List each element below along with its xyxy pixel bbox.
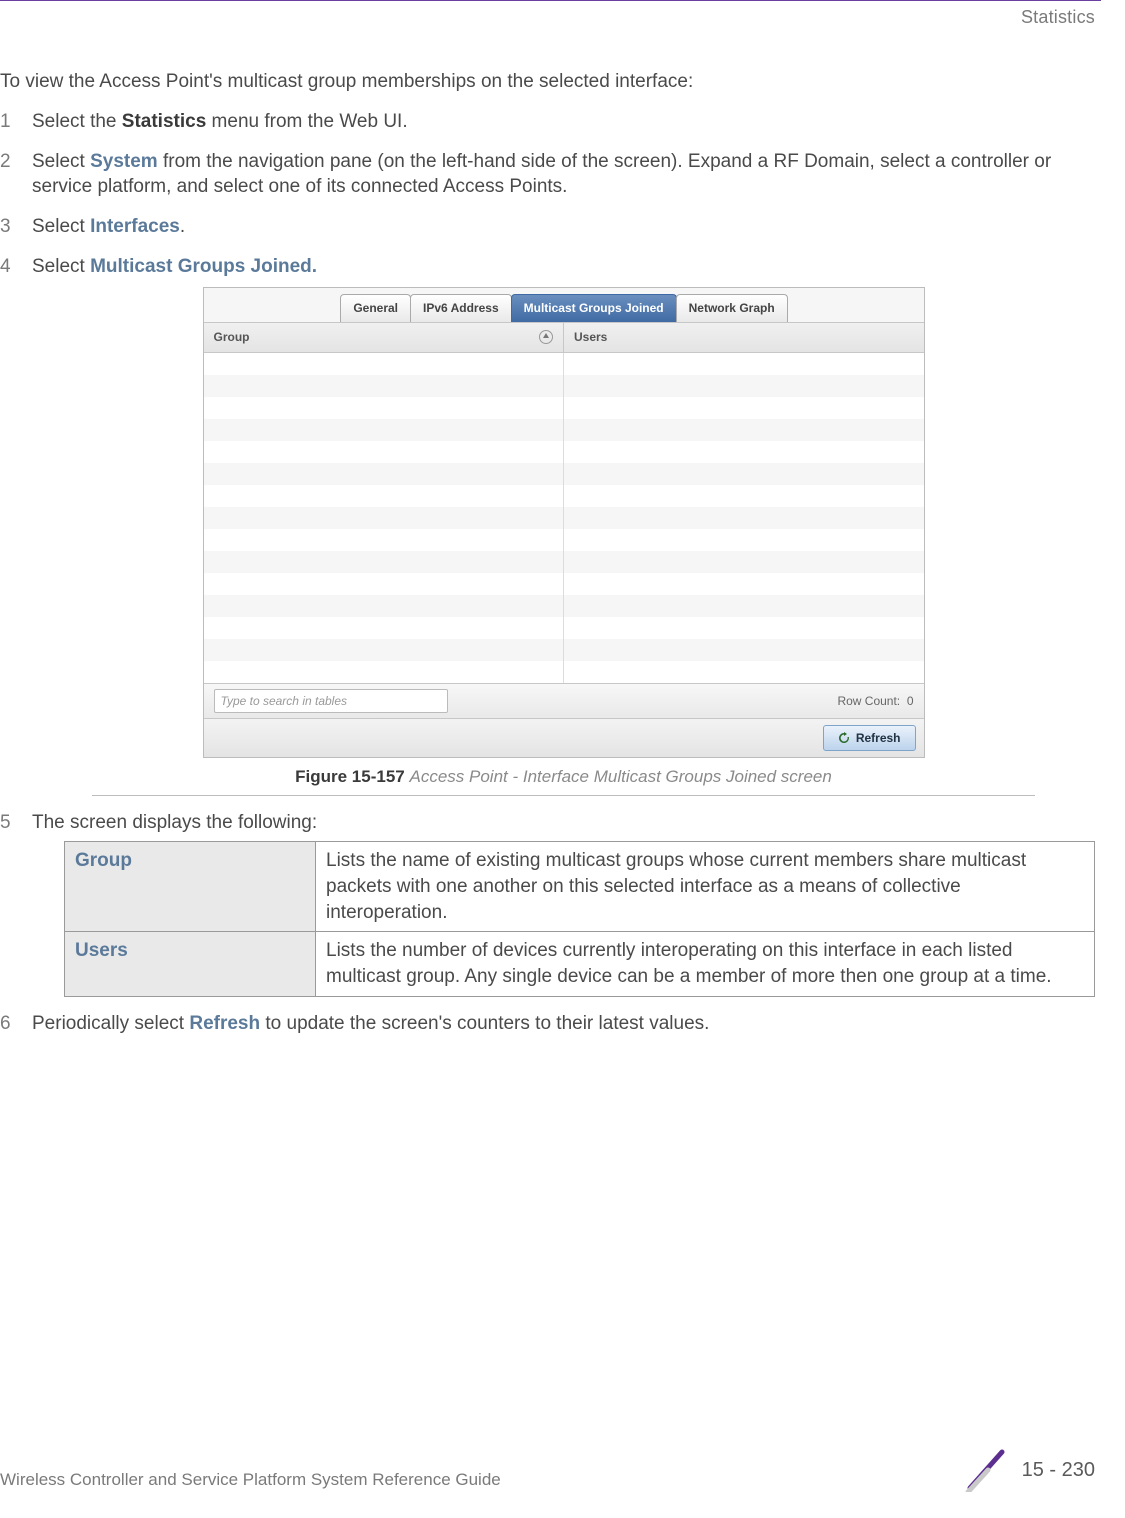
column-header-group[interactable]: Group bbox=[204, 323, 565, 351]
def-key-group: Group bbox=[65, 842, 316, 932]
intro-text: To view the Access Point's multicast gro… bbox=[0, 69, 1095, 95]
tab-ipv6-address[interactable]: IPv6 Address bbox=[410, 294, 512, 322]
def-val-users: Lists the number of devices currently in… bbox=[316, 932, 1095, 996]
table-search-input[interactable]: Type to search in tables bbox=[214, 689, 448, 713]
step-1: Select the Statistics menu from the Web … bbox=[0, 109, 1095, 135]
footer-guide-title: Wireless Controller and Service Platform… bbox=[0, 1469, 501, 1492]
row-count: Row Count: 0 bbox=[837, 693, 913, 709]
definition-table: Group Lists the name of existing multica… bbox=[64, 841, 1095, 996]
slash-icon bbox=[964, 1448, 1008, 1492]
tab-multicast-groups-joined[interactable]: Multicast Groups Joined bbox=[511, 294, 677, 322]
ui-term-refresh: Refresh bbox=[189, 1013, 260, 1034]
tab-bar: General IPv6 Address Multicast Groups Jo… bbox=[204, 288, 924, 322]
refresh-button[interactable]: Refresh bbox=[823, 725, 916, 751]
ui-term-system: System bbox=[90, 151, 158, 172]
tab-general[interactable]: General bbox=[340, 294, 411, 322]
def-key-users: Users bbox=[65, 932, 316, 996]
table-row: Group Lists the name of existing multica… bbox=[65, 842, 1095, 932]
refresh-icon bbox=[838, 732, 850, 744]
page-number: 15 - 230 bbox=[1022, 1457, 1095, 1484]
column-header-users[interactable]: Users bbox=[564, 323, 924, 351]
screenshot-panel: General IPv6 Address Multicast Groups Jo… bbox=[203, 287, 925, 758]
step-5: The screen displays the following: Group… bbox=[0, 810, 1095, 997]
grid-col-group bbox=[204, 353, 565, 683]
step-4: Select Multicast Groups Joined. General … bbox=[0, 254, 1095, 796]
step-2: Select System from the navigation pane (… bbox=[0, 149, 1095, 200]
ui-term-interfaces: Interfaces bbox=[90, 216, 180, 237]
tab-network-graph[interactable]: Network Graph bbox=[676, 294, 788, 322]
sort-icon[interactable] bbox=[539, 330, 553, 344]
def-val-group: Lists the name of existing multicast gro… bbox=[316, 842, 1095, 932]
step-6: Periodically select Refresh to update th… bbox=[0, 1011, 1095, 1037]
ui-term-statistics: Statistics bbox=[122, 111, 206, 132]
data-grid bbox=[204, 353, 924, 683]
grid-col-users bbox=[564, 353, 924, 683]
table-row: Users Lists the number of devices curren… bbox=[65, 932, 1095, 996]
ui-term-multicast-groups-joined: Multicast Groups Joined. bbox=[90, 256, 317, 277]
header-section: Statistics bbox=[0, 1, 1125, 29]
step-3: Select Interfaces. bbox=[0, 214, 1095, 240]
figure-caption: Figure 15-157 Access Point - Interface M… bbox=[32, 766, 1095, 789]
